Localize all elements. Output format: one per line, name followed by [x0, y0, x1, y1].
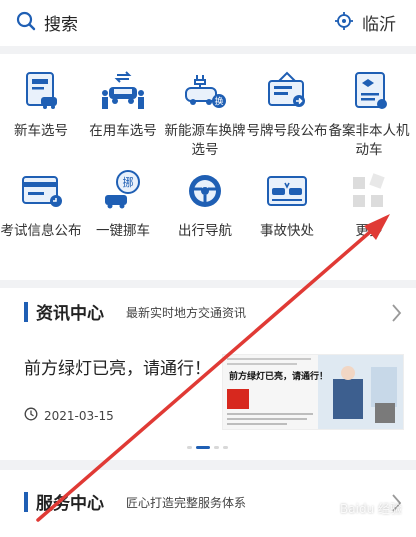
- thumb-banner-text: 前方绿灯已亮，请通行！: [229, 372, 329, 382]
- grid-item-label: 新车选号: [14, 123, 68, 139]
- clock-icon: [24, 406, 38, 425]
- grid-item-label: 事故快处: [260, 223, 314, 239]
- grid-item-label: 出行导航: [178, 223, 232, 239]
- grid-item-label: 更多: [355, 223, 383, 239]
- news-thumbnail[interactable]: 前方绿灯已亮，请通行！: [222, 354, 404, 430]
- svg-text:换: 换: [214, 96, 223, 108]
- svg-text:挪: 挪: [123, 175, 134, 189]
- news-section-header[interactable]: 资讯中心 最新实时地方交通资讯: [0, 298, 416, 326]
- service-section-subtitle: 匠心打造完整服务体系: [126, 496, 247, 510]
- search-label: 搜索: [44, 15, 78, 35]
- news-section-subtitle: 最新实时地方交通资讯: [126, 306, 247, 320]
- section-accent-bar: [24, 302, 28, 322]
- watermark: Baidu 经验: [340, 502, 402, 516]
- grid-item-label: 备案非本人机动车: [328, 123, 410, 158]
- service-section-title: 服务中心: [36, 494, 104, 514]
- accident-cars-icon: [264, 168, 310, 214]
- grid-item-used-car-plate[interactable]: 在用车选号: [82, 68, 164, 168]
- grid-item-non-motor-record[interactable]: 备案非本人机动车: [328, 68, 410, 168]
- exam-card-icon: [18, 168, 64, 214]
- grid-item-more[interactable]: 更多: [328, 168, 410, 276]
- chevron-right-icon[interactable]: [392, 304, 402, 326]
- news-center-card: 资讯中心 最新实时地方交通资讯 前方绿灯已亮，请通行！ 2021-03-15 前…: [0, 288, 416, 460]
- city-name: 临沂: [362, 15, 396, 35]
- carousel-indicator: [187, 446, 228, 449]
- grid-item-plate-segment[interactable]: 号牌号段公布: [246, 68, 328, 168]
- grid-item-label: 号牌号段公布: [246, 123, 328, 139]
- grid-item-label: 在用车选号: [89, 123, 157, 139]
- carousel-dot[interactable]: [187, 446, 192, 449]
- grid-item-label: 新能源车换牌选号: [164, 123, 246, 158]
- grid-item-navigation[interactable]: 出行导航: [164, 168, 246, 276]
- carousel-dot[interactable]: [223, 446, 228, 449]
- grid-item-label: 一键挪车: [96, 223, 150, 239]
- carousel-dot-active[interactable]: [196, 446, 210, 449]
- feature-grid: 新车选号 在用车选号 换 新能源车换牌选号 号牌号段公布 备案非本人机动车 考试…: [0, 68, 416, 276]
- steering-wheel-icon: [182, 168, 228, 214]
- grid-item-move-car[interactable]: 挪 一键挪车: [82, 168, 164, 276]
- grid-item-exam-info[interactable]: 考试信息公布: [0, 168, 82, 276]
- news-section-title: 资讯中心: [36, 304, 104, 324]
- carousel-dot[interactable]: [214, 446, 219, 449]
- record-document-icon: [346, 68, 392, 114]
- search-icon: [16, 11, 36, 35]
- city-selector[interactable]: 临沂: [334, 10, 396, 35]
- grid-item-ev-plate-swap[interactable]: 换 新能源车换牌选号: [164, 68, 246, 168]
- grid-item-new-car-plate[interactable]: 新车选号: [0, 68, 82, 168]
- ev-car-icon: 换: [182, 68, 228, 114]
- car-document-icon: [18, 68, 64, 114]
- car-transfer-icon: [100, 68, 146, 114]
- news-headline[interactable]: 前方绿灯已亮，请通行！: [24, 354, 224, 379]
- grid-item-accident[interactable]: 事故快处: [246, 168, 328, 276]
- news-date-text: 2021-03-15: [44, 408, 114, 423]
- location-target-icon: [334, 11, 354, 35]
- more-grid-icon: [346, 168, 392, 214]
- plate-board-icon: [264, 68, 310, 114]
- news-date: 2021-03-15: [24, 406, 114, 425]
- grid-item-label: 考试信息公布: [0, 223, 82, 239]
- move-car-icon: 挪: [100, 168, 146, 214]
- search-button[interactable]: 搜索: [16, 10, 78, 35]
- section-accent-bar: [24, 492, 28, 512]
- top-bar: 搜索 临沂: [0, 0, 416, 46]
- feature-grid-card: 新车选号 在用车选号 换 新能源车换牌选号 号牌号段公布 备案非本人机动车 考试…: [0, 54, 416, 280]
